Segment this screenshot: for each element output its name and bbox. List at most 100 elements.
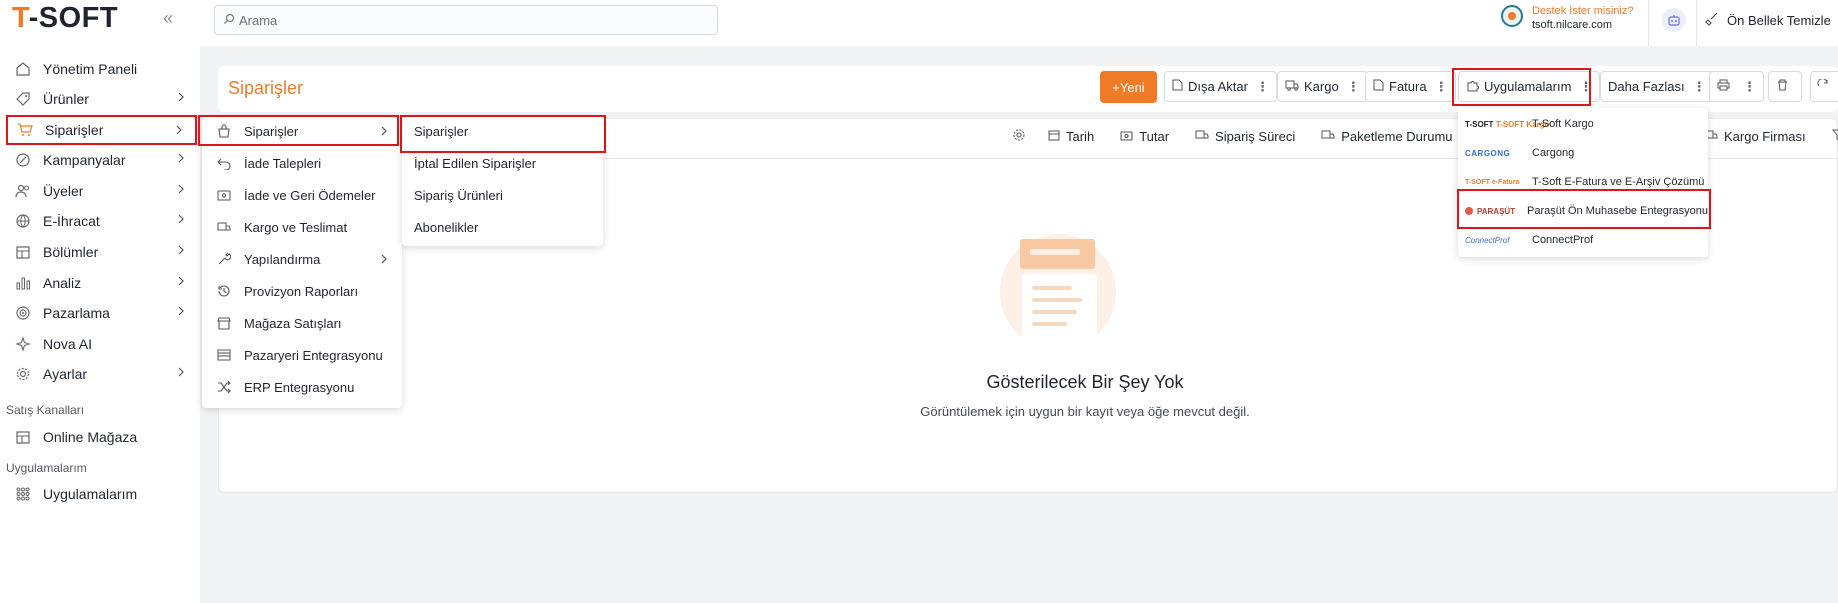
submenu-item-store-sales[interactable]: Mağaza Satışları <box>202 310 402 336</box>
file-icon <box>1172 79 1188 94</box>
apps-button[interactable]: Uygulamalarım ⋮ <box>1458 71 1601 102</box>
sidebar-item-analytics[interactable]: Analiz <box>6 270 197 296</box>
submenu-item-configuration[interactable]: Yapılandırma <box>202 246 402 272</box>
sidebar-item-online-store[interactable]: Online Mağaza <box>6 424 197 450</box>
file-icon <box>1373 79 1389 94</box>
divider <box>1648 0 1649 46</box>
sidebar-item-label: Siparişler <box>45 122 104 138</box>
support-link[interactable]: Destek İster misiniz? tsoft.nilcare.com <box>1500 4 1633 31</box>
sidebar-item-products[interactable]: Ürünler <box>6 86 197 112</box>
more-vertical-icon[interactable]: ⋮ <box>1256 79 1269 95</box>
submenu-item-erp[interactable]: ERP Entegrasyonu <box>202 374 402 400</box>
section-label-sales-channels: Satış Kanalları <box>6 403 85 417</box>
app-item-parasut[interactable]: PARAŞÜT Paraşüt Ön Muhasebe Entegrasyonu <box>1458 198 1708 224</box>
submenu2-item-subscriptions[interactable]: Abonelikler <box>414 214 478 240</box>
connectprof-logo: ConnectProf <box>1465 235 1510 245</box>
robot-icon[interactable] <box>1662 8 1686 32</box>
sidebar-item-label: Üyeler <box>43 183 84 199</box>
filter-date[interactable]: Tarih <box>1048 129 1094 144</box>
submenu-item-marketplace[interactable]: Pazaryeri Entegrasyonu <box>202 342 402 368</box>
chevron-right-icon <box>175 275 187 290</box>
new-button[interactable]: +Yeni <box>1100 71 1157 103</box>
search-placeholder: Arama <box>239 12 278 28</box>
sidebar-item-dashboard[interactable]: Yönetim Paneli <box>6 56 197 82</box>
chevron-right-icon <box>175 183 187 198</box>
submenu-item-orders[interactable]: Siparişler <box>202 118 402 144</box>
submenu-item-refunds[interactable]: İade ve Geri Ödemeler <box>202 182 402 208</box>
submenu2-item-cancelled-orders[interactable]: İptal Edilen Siparişler <box>414 150 536 176</box>
refresh-button[interactable] <box>1810 71 1838 102</box>
submenu2-item-order-products[interactable]: Sipariş Ürünleri <box>414 182 503 208</box>
shuffle-icon <box>214 381 234 393</box>
settings-icon[interactable] <box>1012 128 1026 145</box>
filter-amount[interactable]: Tutar <box>1120 129 1169 144</box>
truck-icon <box>1195 129 1215 144</box>
search-icon <box>223 13 239 28</box>
sidebar-item-nova-ai[interactable]: Nova AI <box>6 331 197 357</box>
more-vertical-icon[interactable]: ⋮ <box>1693 79 1706 95</box>
app-item-label: Paraşüt Ön Muhasebe Entegrasyonu <box>1526 205 1708 217</box>
collapse-sidebar-icon[interactable]: « <box>163 8 173 29</box>
filter-icon[interactable] <box>1831 129 1838 144</box>
sparkle-icon <box>13 334 33 354</box>
more-vertical-icon[interactable]: ⋮ <box>1435 79 1448 95</box>
app-item-cargong[interactable]: CARGONG Cargong <box>1458 140 1708 166</box>
page-title: Siparişler <box>228 78 304 98</box>
more-button[interactable]: Daha Fazlası ⋮ <box>1600 71 1714 102</box>
more-vertical-icon[interactable]: ⋮ <box>1579 79 1592 95</box>
tsoft-kargo-logo: T-SOFT T-SOFT Kargo <box>1465 119 1550 129</box>
delete-button[interactable] <box>1768 71 1802 102</box>
submenu-item-label: Pazaryeri Entegrasyonu <box>244 347 383 363</box>
sidebar-item-label: Kampanyalar <box>43 152 126 168</box>
sidebar-item-campaigns[interactable]: Kampanyalar <box>6 147 197 173</box>
section-label-apps: Uygulamalarım <box>6 461 87 475</box>
submenu-item-provision-reports[interactable]: Provizyon Raporları <box>202 278 402 304</box>
app-item-label: ConnectProf <box>1532 234 1594 246</box>
tsoft-efatura-logo: T-SOFT e-Fatura <box>1465 178 1520 186</box>
clear-cache-button[interactable]: Ön Bellek Temizle <box>1705 12 1831 29</box>
search-input[interactable]: Arama <box>214 5 718 35</box>
sidebar-item-export[interactable]: E-İhracat <box>6 208 197 234</box>
print-button[interactable]: ⋮ <box>1709 71 1764 102</box>
app-item-label: T-Soft E-Fatura ve E-Arşiv Çözümü <box>1532 176 1705 188</box>
history-icon <box>214 284 234 298</box>
app-item-tsoft-kargo[interactable]: T-SOFT T-SOFT Kargo T-Soft Kargo <box>1458 111 1708 137</box>
invoice-button[interactable]: Fatura ⋮ <box>1365 71 1456 102</box>
sidebar-item-orders[interactable]: Siparişler <box>6 115 197 145</box>
filter-order-process[interactable]: Sipariş Süreci <box>1195 129 1295 144</box>
more-label: Daha Fazlası <box>1608 79 1685 94</box>
submenu2-item-orders[interactable]: Siparişler <box>414 118 468 144</box>
app-item-label: Cargong <box>1532 147 1575 159</box>
sidebar: T-SOFT « Yönetim Paneli Ürünler Siparişl… <box>0 0 200 603</box>
sidebar-item-members[interactable]: Üyeler <box>6 178 197 204</box>
sidebar-item-label: Uygulamalarım <box>43 486 138 502</box>
submenu-item-return-requests[interactable]: İade Talepleri <box>202 150 402 176</box>
sidebar-item-marketing[interactable]: Pazarlama <box>6 300 197 326</box>
cargo-button[interactable]: Kargo ⋮ <box>1277 71 1368 102</box>
app-item-tsoft-efatura[interactable]: T-SOFT e-Fatura T-Soft E-Fatura ve E-Arş… <box>1458 169 1708 195</box>
sidebar-item-settings[interactable]: Ayarlar <box>6 361 197 387</box>
more-vertical-icon[interactable]: ⋮ <box>1743 79 1756 95</box>
return-icon <box>214 156 234 170</box>
filter-cargo-company[interactable]: Kargo Firması <box>1704 129 1806 144</box>
globe-icon <box>13 211 33 231</box>
tsoft-logo[interactable]: T-SOFT <box>12 2 118 35</box>
sidebar-item-my-apps[interactable]: Uygulamalarım <box>6 481 197 507</box>
invoice-label: Fatura <box>1389 79 1427 94</box>
sidebar-item-label: E-İhracat <box>43 213 100 229</box>
filter-packaging-status[interactable]: Paketleme Durumu <box>1321 129 1453 144</box>
filter-bar: Tarih Tutar Sipariş Süreci Paketleme Dur… <box>1012 125 1479 147</box>
sidebar-item-label: Ürünler <box>43 91 89 107</box>
sidebar-item-label: Analiz <box>43 275 82 291</box>
submenu-item-label: İade ve Geri Ödemeler <box>244 187 376 203</box>
apps-dropdown: T-SOFT T-SOFT Kargo T-Soft Kargo CARGONG… <box>1458 108 1708 257</box>
app-item-connectprof[interactable]: ConnectProf ConnectProf <box>1458 227 1708 253</box>
more-vertical-icon[interactable]: ⋮ <box>1347 79 1360 95</box>
export-button[interactable]: Dışa Aktar ⋮ <box>1164 71 1277 102</box>
empty-state-illustration <box>1000 234 1116 350</box>
sidebar-item-label: Nova AI <box>43 336 93 352</box>
tag-icon <box>13 89 33 109</box>
submenu-item-shipping[interactable]: Kargo ve Teslimat <box>202 214 402 240</box>
chevron-right-icon <box>175 244 187 259</box>
sidebar-item-sections[interactable]: Bölümler <box>6 239 197 265</box>
